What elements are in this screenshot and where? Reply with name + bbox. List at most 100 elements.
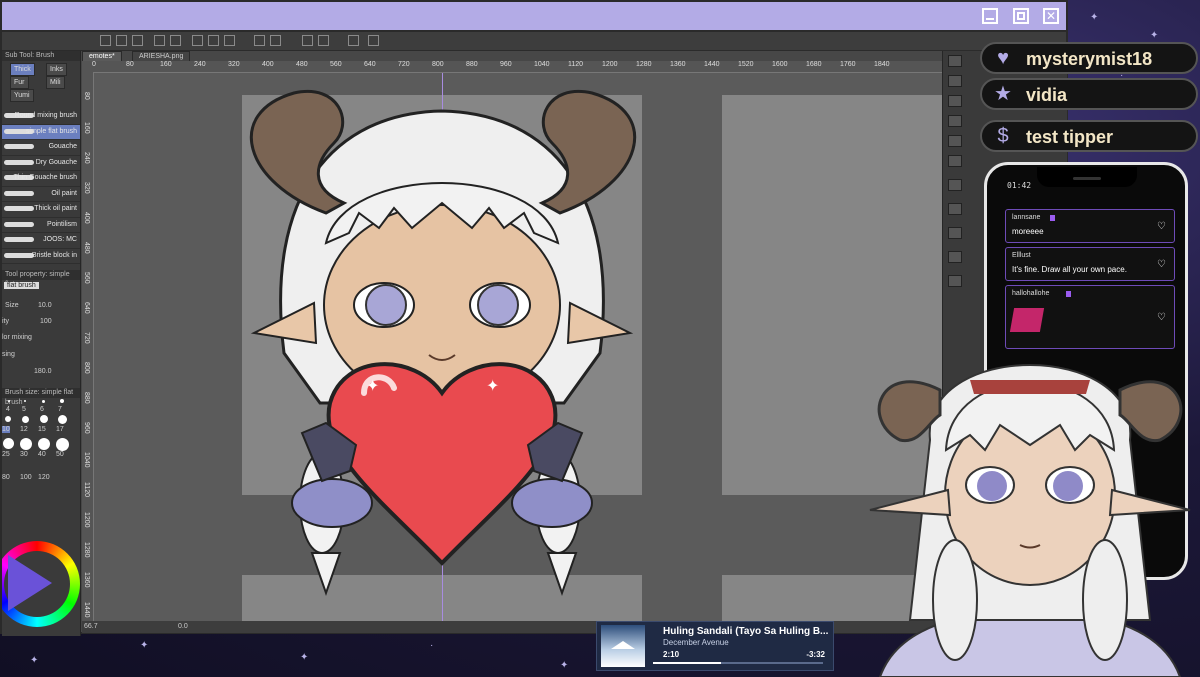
sub-tab-thick[interactable]: Thick — [10, 63, 35, 76]
ruler-tick: 1280 — [83, 542, 90, 558]
layer-icon[interactable] — [948, 115, 962, 127]
chat-text: moreeee — [1012, 227, 1044, 236]
sub-tab-fur[interactable]: Fur — [10, 76, 29, 89]
layer-icon[interactable] — [948, 75, 962, 87]
brush-item[interactable]: JOOS: MC — [2, 233, 80, 249]
brush-item[interactable]: Round mixing brush — [2, 109, 80, 125]
brush-item[interactable]: simple flat brush — [2, 124, 80, 140]
ruler-tick: 160 — [83, 122, 90, 134]
brush-item[interactable]: Thick oil paint — [2, 202, 80, 218]
phone-time: 01:42 — [1007, 181, 1032, 190]
ruler-tick: 1120 — [568, 61, 584, 68]
brush-item[interactable]: Dry Gouache — [2, 156, 80, 171]
brush-item[interactable]: Bristle block in — [2, 249, 80, 264]
alert-name: vidia — [1026, 85, 1068, 105]
ruler-tick: 960 — [500, 61, 512, 68]
svg-text:✦: ✦ — [366, 376, 379, 395]
ruler-tick: 1040 — [534, 61, 550, 68]
new-file-icon[interactable] — [100, 35, 111, 46]
layer-icon[interactable] — [948, 95, 962, 107]
angle-readout[interactable]: 0.0 — [178, 623, 188, 630]
undo-icon[interactable] — [154, 35, 165, 46]
progress-fill — [653, 662, 721, 664]
song-artist: December Avenue — [663, 638, 729, 647]
title-bar: ✕ — [2, 2, 1066, 32]
ruler-tick: 320 — [228, 61, 240, 68]
sub-tab-yumi[interactable]: Yumi — [10, 89, 34, 102]
grid-icon[interactable] — [348, 35, 359, 46]
brush-item[interactable]: Pointilism — [2, 218, 80, 233]
size-value[interactable]: 10.0 — [38, 302, 52, 309]
ruler-tick: 960 — [83, 422, 90, 434]
chibi-emote-artwork: ✦ ✦ — [249, 89, 637, 597]
settings-icon[interactable] — [192, 35, 203, 46]
ruler-tick: 480 — [296, 61, 308, 68]
navigator-icon[interactable] — [948, 55, 962, 67]
delete-icon[interactable] — [948, 135, 962, 147]
sub-tab-mili[interactable]: Mili — [46, 76, 65, 89]
brush-size-grid: 4 5 6 7 10 12 15 17 25 30 40 50 80 100 1… — [2, 398, 80, 488]
pen-pressure-icon[interactable] — [368, 35, 379, 46]
brush-item[interactable]: Thin Gouache brush — [2, 171, 80, 187]
color-mixing-label: lor mixing — [2, 334, 32, 341]
select-icon[interactable] — [270, 35, 281, 46]
fill-icon[interactable] — [224, 35, 235, 46]
ruler-tick: 1280 — [636, 61, 652, 68]
ruler-tick: 80 — [126, 61, 134, 68]
ruler-tick: 1200 — [602, 61, 618, 68]
canvas-area[interactable]: ✦ ✦ — [94, 73, 942, 621]
brush-item[interactable]: Gouache — [2, 140, 80, 156]
now-playing-widget: Huling Sandali (Tayo Sa Huling B... Dece… — [596, 621, 834, 671]
layer-icon[interactable] — [948, 155, 962, 167]
brush-item[interactable]: Oil paint — [2, 187, 80, 202]
open-file-icon[interactable] — [116, 35, 127, 46]
progress-track — [653, 662, 823, 664]
alert-name: mysterymist18 — [1026, 49, 1153, 69]
save-icon[interactable] — [132, 35, 143, 46]
like-heart-icon[interactable]: ♡ — [1157, 259, 1166, 270]
ruler-tick: 1200 — [83, 512, 90, 528]
transform-icon[interactable] — [254, 35, 265, 46]
color-triangle[interactable] — [8, 555, 52, 611]
minimize-button[interactable] — [982, 8, 998, 24]
color-wheel[interactable] — [2, 541, 80, 627]
ruler-tick: 720 — [398, 61, 410, 68]
star-icon: ★ — [994, 83, 1012, 105]
size-label: Size — [5, 302, 19, 309]
ruler-tick: 1120 — [83, 482, 90, 498]
ruler-tick: 240 — [194, 61, 206, 68]
dollar-icon: $ — [997, 125, 1009, 147]
follower-alert: ♥ mysterymist18 — [980, 42, 1198, 74]
layer-icon[interactable] — [948, 251, 962, 263]
layer-icon[interactable] — [948, 275, 962, 287]
layer-icon[interactable] — [948, 179, 962, 191]
layer-icon[interactable] — [948, 227, 962, 239]
angle-value[interactable]: 180.0 — [34, 368, 52, 375]
maximize-button[interactable] — [1013, 8, 1029, 24]
album-art — [601, 625, 645, 667]
redo-icon[interactable] — [170, 35, 181, 46]
heart-icon: ♥ — [997, 47, 1009, 69]
layer-icon[interactable] — [948, 203, 962, 215]
brush-list: Round mixing brush simple flat brush Gou… — [2, 109, 80, 264]
subscriber-alert: ★ vidia — [980, 78, 1198, 110]
density-value[interactable]: 100 — [40, 318, 52, 325]
ruler-tick: 80 — [83, 92, 90, 100]
ruler-tick: 0 — [92, 61, 96, 68]
ruler-horizontal: 0 80 160 240 320 400 480 560 640 720 800 880 960 1040… — [82, 61, 942, 73]
zoom-value[interactable]: 66.7 — [84, 623, 98, 630]
ruler-tick: 1440 — [704, 61, 720, 68]
snap-icon[interactable] — [302, 35, 313, 46]
ruler-tick: 880 — [83, 392, 90, 404]
ruler-snap-icon[interactable] — [318, 35, 329, 46]
ruler-tick: 320 — [83, 182, 90, 194]
like-heart-icon[interactable]: ♡ — [1157, 221, 1166, 232]
ruler-tick: 640 — [83, 302, 90, 314]
chat-message: lannsane moreeee ♡ — [1005, 209, 1175, 243]
maximize-icon — [1017, 12, 1025, 20]
clear-icon[interactable] — [208, 35, 219, 46]
chat-username: hallohallohe — [1012, 290, 1050, 297]
close-button[interactable]: ✕ — [1043, 8, 1059, 24]
ruler-tick: 640 — [364, 61, 376, 68]
sub-tab-inks[interactable]: Inks — [46, 63, 67, 76]
